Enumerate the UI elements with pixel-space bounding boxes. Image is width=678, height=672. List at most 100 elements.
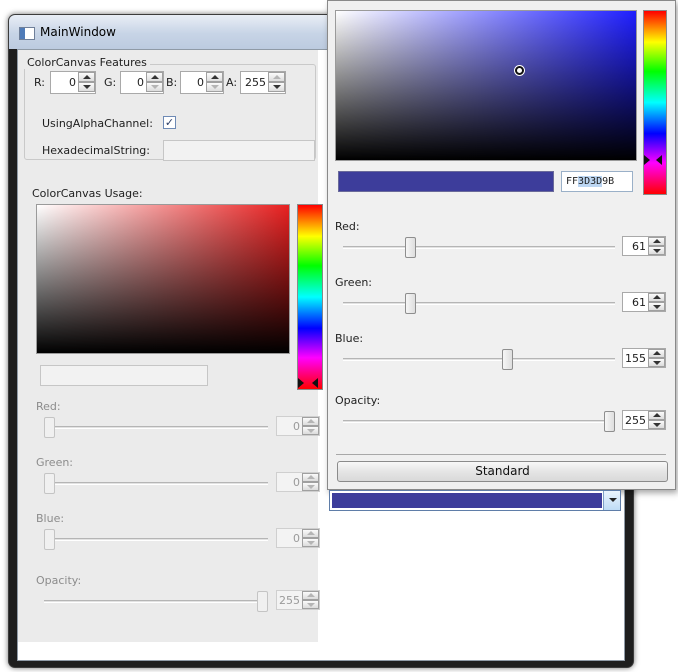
usage-red-spinner[interactable]: 0	[276, 416, 320, 436]
popup-opacity-spinner[interactable]: 255	[622, 410, 666, 430]
usage-blue-slider-track[interactable]	[44, 538, 268, 541]
popup-opacity-down-button[interactable]	[648, 420, 665, 429]
usage-opacity-value: 255	[279, 594, 300, 607]
popup-green-spinner[interactable]: 61	[622, 292, 666, 312]
b-down-button[interactable]	[206, 82, 223, 92]
usage-red-label: Red:	[36, 400, 61, 413]
usage-green-value: 0	[293, 476, 300, 489]
usage-opacity-label: Opacity:	[36, 574, 82, 587]
usage-red-up-button[interactable]	[302, 417, 319, 426]
popup-red-slider-track[interactable]	[343, 246, 615, 249]
usage-red-slider-track[interactable]	[44, 426, 268, 429]
usage-opacity-down-button[interactable]	[302, 600, 319, 609]
combo-color-swatch	[332, 493, 602, 508]
b-label: B:	[166, 76, 178, 89]
popup-green-value: 61	[632, 296, 646, 309]
usage-title: ColorCanvas Usage:	[32, 187, 143, 200]
popup-red-up-button[interactable]	[648, 237, 665, 246]
popup-blue-slider-track[interactable]	[343, 358, 615, 361]
popup-opacity-slider-thumb[interactable]	[604, 411, 615, 432]
saturation-value-area[interactable]	[36, 204, 290, 354]
usage-green-up-button[interactable]	[302, 473, 319, 482]
left-panel: ColorCanvas Features R: 0 G: 0 B: 0 A: 2…	[18, 50, 323, 642]
r-up-button[interactable]	[78, 72, 95, 82]
r-value: 0	[69, 76, 76, 89]
g-spinner[interactable]: 0	[120, 71, 164, 94]
a-down-button[interactable]	[268, 82, 285, 92]
popup-opacity-value: 255	[625, 414, 646, 427]
selected-color-preview	[338, 171, 554, 192]
popup-red-spinner[interactable]: 61	[622, 236, 666, 256]
a-label: A:	[226, 76, 238, 89]
popup-opacity-slider-track[interactable]	[343, 420, 615, 423]
popup-hue-arrow-left-icon[interactable]	[644, 155, 650, 166]
color-picker-combo[interactable]	[329, 490, 621, 511]
popup-red-label: Red:	[335, 220, 360, 233]
usage-green-spinner[interactable]: 0	[276, 472, 320, 492]
popup-divider	[336, 454, 666, 455]
using-alpha-checkbox[interactable]: ✓	[163, 116, 176, 129]
hex-selected-text: 3D3D	[578, 176, 603, 187]
usage-red-value: 0	[293, 420, 300, 433]
window-icon	[19, 27, 35, 40]
combo-dropdown-button[interactable]	[603, 491, 620, 510]
usage-green-slider-thumb[interactable]	[44, 473, 55, 494]
usage-opacity-up-button[interactable]	[302, 591, 319, 600]
b-up-button[interactable]	[206, 72, 223, 82]
using-alpha-label: UsingAlphaChannel:	[42, 117, 153, 130]
a-value: 255	[245, 76, 266, 89]
hue-arrow-right-icon[interactable]	[312, 378, 318, 388]
usage-blue-down-button[interactable]	[302, 538, 319, 547]
g-down-button[interactable]	[146, 82, 163, 92]
popup-hue-bar[interactable]	[643, 10, 667, 195]
popup-green-label: Green:	[335, 276, 373, 289]
popup-blue-spinner[interactable]: 155	[622, 348, 666, 368]
popup-opacity-up-button[interactable]	[648, 411, 665, 420]
popup-red-value: 61	[632, 240, 646, 253]
standard-button[interactable]: Standard	[337, 461, 668, 482]
window-title: MainWindow	[40, 25, 116, 39]
popup-green-down-button[interactable]	[648, 302, 665, 311]
selection-marker-icon[interactable]	[515, 66, 524, 75]
popup-saturation-value-area[interactable]	[335, 10, 637, 161]
usage-red-down-button[interactable]	[302, 426, 319, 435]
popup-red-down-button[interactable]	[648, 246, 665, 255]
popup-hue-arrow-right-icon[interactable]	[656, 155, 662, 166]
popup-blue-slider-thumb[interactable]	[501, 349, 513, 370]
usage-opacity-slider-thumb[interactable]	[257, 591, 268, 612]
usage-red-slider-thumb[interactable]	[44, 417, 55, 438]
usage-opacity-spinner[interactable]: 255	[276, 590, 320, 610]
usage-opacity-slider-track[interactable]	[44, 600, 268, 603]
popup-green-up-button[interactable]	[648, 293, 665, 302]
popup-opacity-label: Opacity:	[335, 394, 381, 407]
usage-green-down-button[interactable]	[302, 482, 319, 491]
hex-suffix: 9B	[602, 176, 615, 187]
usage-blue-slider-thumb[interactable]	[44, 529, 55, 550]
usage-blue-spinner[interactable]: 0	[276, 528, 320, 548]
popup-blue-value: 155	[625, 352, 646, 365]
popup-green-slider-track[interactable]	[343, 302, 615, 305]
popup-hex-field[interactable]: FF3D3D9B	[561, 171, 633, 192]
popup-blue-label: Blue:	[335, 332, 364, 345]
popup-blue-down-button[interactable]	[648, 358, 665, 367]
popup-blue-up-button[interactable]	[648, 349, 665, 358]
hex-string-field[interactable]	[163, 140, 315, 161]
b-spinner[interactable]: 0	[180, 71, 224, 94]
popup-green-slider-thumb[interactable]	[405, 293, 417, 314]
a-up-button[interactable]	[268, 72, 285, 82]
g-up-button[interactable]	[146, 72, 163, 82]
g-label: G:	[104, 76, 117, 89]
r-spinner[interactable]: 0	[50, 71, 96, 94]
hex-prefix: FF	[566, 176, 579, 187]
hue-bar[interactable]	[297, 204, 323, 390]
popup-red-slider-thumb[interactable]	[405, 237, 417, 258]
chevron-down-icon	[609, 498, 617, 502]
usage-hex-field[interactable]	[40, 365, 208, 386]
a-spinner[interactable]: 255	[240, 71, 286, 94]
hue-arrow-left-icon[interactable]	[298, 378, 304, 388]
usage-blue-value: 0	[293, 532, 300, 545]
usage-green-slider-track[interactable]	[44, 482, 268, 485]
r-down-button[interactable]	[78, 82, 95, 92]
usage-blue-up-button[interactable]	[302, 529, 319, 538]
features-group-title: ColorCanvas Features	[24, 56, 150, 69]
